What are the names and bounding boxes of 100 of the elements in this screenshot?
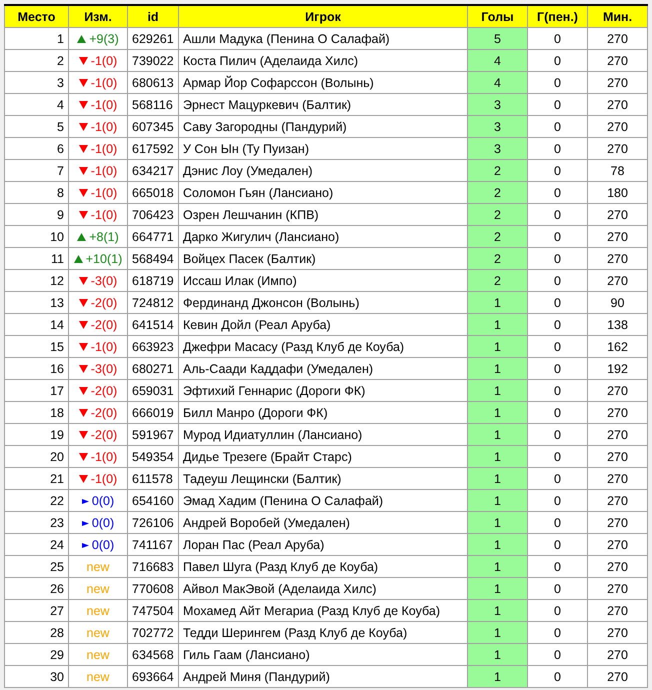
table-cell: 270 xyxy=(588,138,648,160)
change-value: -2(0) xyxy=(90,406,118,420)
table-cell: 13 xyxy=(4,292,68,314)
table-cell: 9 xyxy=(4,204,68,226)
table-cell: 26 xyxy=(4,578,68,600)
table-cell: Коста Пилич (Аделаида Хилс) xyxy=(178,50,468,72)
right-triangle-icon xyxy=(82,498,89,504)
change-value: new xyxy=(86,582,110,596)
table-cell: Джефри Масасу (Разд Клуб де Коуба) xyxy=(178,336,468,358)
table-cell: 654160 xyxy=(128,490,178,512)
table-cell: Эмад Хадим (Пенина О Салафай) xyxy=(178,490,468,512)
table-cell: 0 xyxy=(528,578,588,600)
table-cell: 680613 xyxy=(128,72,178,94)
table-cell: 0 xyxy=(528,270,588,292)
table-cell: 3 xyxy=(4,72,68,94)
table-cell: Дэнис Лоу (Умедален) xyxy=(178,160,468,182)
table-cell: 17 xyxy=(4,380,68,402)
change-value: -1(0) xyxy=(90,340,118,354)
table-cell: 629261 xyxy=(128,28,178,50)
table-cell: Иссаш Илак (Импо) xyxy=(178,270,468,292)
table-cell: 270 xyxy=(588,248,648,270)
table-cell: 30 xyxy=(4,666,68,688)
table-cell: 270 xyxy=(588,402,648,424)
table-cell: Фердинанд Джонсон (Волынь) xyxy=(178,292,468,314)
table-cell: 0 xyxy=(528,358,588,380)
table-cell: 7 xyxy=(4,160,68,182)
column-header[interactable]: Мин. xyxy=(588,5,648,28)
table-cell: 270 xyxy=(588,226,648,248)
table-cell: Дарко Жигулич (Лансиано) xyxy=(178,226,468,248)
change-value: new xyxy=(86,670,110,684)
table-cell: 5 xyxy=(468,28,528,50)
up-triangle-icon xyxy=(77,34,86,42)
table-cell: 8 xyxy=(4,182,68,204)
table-cell: 591967 xyxy=(128,424,178,446)
table-cell: 0 xyxy=(528,468,588,490)
table-cell: 0 xyxy=(528,204,588,226)
table-cell: 270 xyxy=(588,512,648,534)
table-cell: 1 xyxy=(468,314,528,336)
table-cell: 1 xyxy=(468,336,528,358)
table-cell: 29 xyxy=(4,644,68,666)
table-cell: 1 xyxy=(468,292,528,314)
down-triangle-icon xyxy=(78,144,88,152)
change-value: +10(1) xyxy=(86,252,122,266)
table-cell: 270 xyxy=(588,578,648,600)
down-triangle-icon xyxy=(78,188,88,196)
change-value: -1(0) xyxy=(90,164,118,178)
table-cell: 270 xyxy=(588,644,648,666)
table-cell: 2 xyxy=(468,160,528,182)
table-cell: 568494 xyxy=(128,248,178,270)
table-cell: 14 xyxy=(4,314,68,336)
down-triangle-icon xyxy=(78,452,88,460)
column-header[interactable]: Изм. xyxy=(68,5,128,28)
table-cell: 664771 xyxy=(128,226,178,248)
change-value: new xyxy=(86,560,110,574)
change-value: -1(0) xyxy=(90,54,118,68)
down-triangle-icon xyxy=(78,56,88,64)
table-cell: 724812 xyxy=(128,292,178,314)
table-cell: 4 xyxy=(468,50,528,72)
table-cell: Айвол МакЭвой (Аделаида Хилс) xyxy=(178,578,468,600)
table-cell: 1 xyxy=(468,468,528,490)
change-value: -1(0) xyxy=(90,472,118,486)
change-value: -2(0) xyxy=(90,296,118,310)
table-cell: 24 xyxy=(4,534,68,556)
down-triangle-icon xyxy=(78,166,88,174)
table-cell: 0 xyxy=(528,94,588,116)
column-header[interactable]: id xyxy=(128,5,178,28)
table-cell: Ашли Мадука (Пенина О Салафай) xyxy=(178,28,468,50)
table-cell: 2 xyxy=(468,270,528,292)
table-cell: 0 xyxy=(528,490,588,512)
table-cell: 270 xyxy=(588,666,648,688)
table-cell: 270 xyxy=(588,490,648,512)
change-value: new xyxy=(86,626,110,640)
column-header[interactable]: Голы xyxy=(468,5,528,28)
table-cell: 270 xyxy=(588,380,648,402)
table-cell: 659031 xyxy=(128,380,178,402)
table-cell: 770608 xyxy=(128,578,178,600)
table-cell: 1 xyxy=(468,424,528,446)
table-cell: 0 xyxy=(528,138,588,160)
table-cell: 10 xyxy=(4,226,68,248)
table-cell: 270 xyxy=(588,556,648,578)
table-cell: 1 xyxy=(4,28,68,50)
table-cell: 15 xyxy=(4,336,68,358)
table-cell: 1 xyxy=(468,358,528,380)
column-header[interactable]: Г(пен.) xyxy=(528,5,588,28)
right-triangle-icon xyxy=(82,542,89,548)
table-cell: 0 xyxy=(528,226,588,248)
table-cell: 22 xyxy=(4,490,68,512)
table-cell: Мохамед Айт Мегариа (Разд Клуб де Коуба) xyxy=(178,600,468,622)
column-header[interactable]: Игрок xyxy=(178,5,468,28)
down-triangle-icon xyxy=(78,298,88,306)
table-cell: 138 xyxy=(588,314,648,336)
down-triangle-icon xyxy=(78,320,88,328)
column-header[interactable]: Место xyxy=(4,5,68,28)
table-cell: 1 xyxy=(468,534,528,556)
table-cell: Гиль Гаам (Лансиано) xyxy=(178,644,468,666)
change-value: -2(0) xyxy=(90,318,118,332)
table-cell: Дидье Трезеге (Брайт Старс) xyxy=(178,446,468,468)
table-cell: 4 xyxy=(468,72,528,94)
table-cell: 270 xyxy=(588,534,648,556)
table-cell: 607345 xyxy=(128,116,178,138)
